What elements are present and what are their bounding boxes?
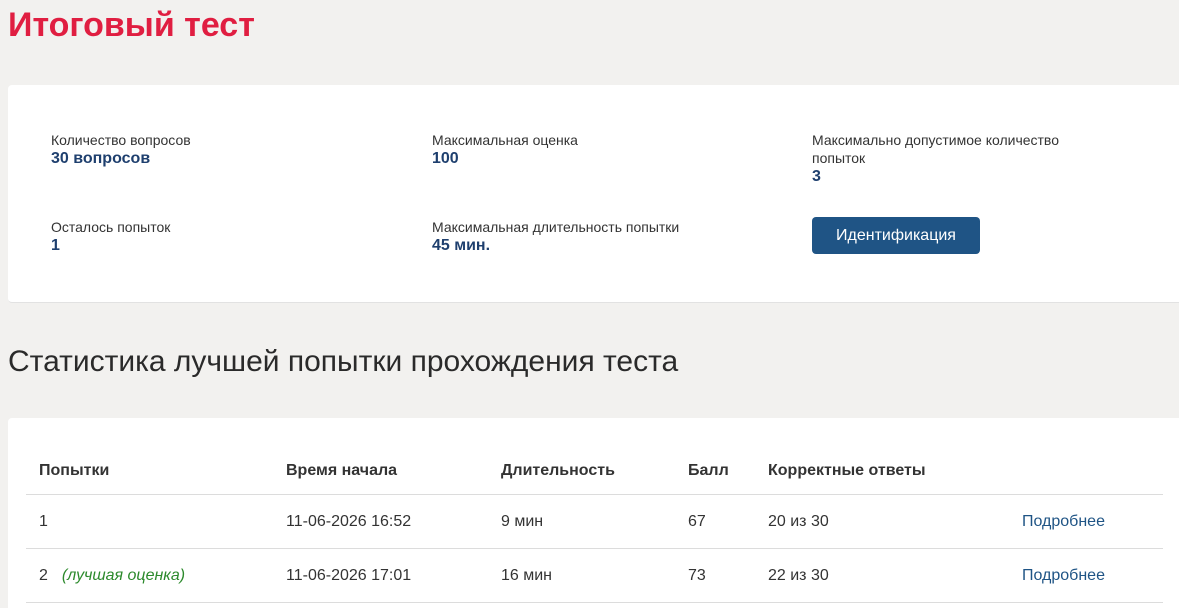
score-cell: 73 (675, 548, 755, 603)
table-row: 1 11-06-2026 16:52 9 мин 67 20 из 30 Под… (26, 494, 1163, 549)
details-cell: Подробнее (1009, 548, 1163, 603)
attempt-cell: 1 (26, 494, 273, 549)
attempt-number: 2 (39, 566, 48, 584)
max-score-value: 100 (432, 150, 459, 167)
questions-count-value: 30 вопросов (51, 150, 151, 167)
attempt-cell: 2 (лучшая оценка) (26, 548, 273, 603)
max-duration-value: 45 мин. (432, 237, 491, 254)
duration-cell: 9 мин (488, 494, 675, 549)
start-time-cell: 11-06-2026 17:01 (273, 548, 488, 603)
max-attempts-label: Максимально допустимое количество попыто… (812, 132, 1059, 166)
questions-count-label: Количество вопросов (51, 132, 191, 148)
score-cell: 67 (675, 494, 755, 549)
header-correct: Корректные ответы (755, 448, 1009, 495)
details-link[interactable]: Подробнее (1022, 513, 1105, 530)
questions-count-block: Количество вопросов 30 вопросов (51, 131, 391, 169)
duration-cell: 16 мин (488, 548, 675, 603)
statistics-title: Статистика лучшей попытки прохождения те… (8, 345, 679, 378)
remaining-attempts-value: 1 (51, 237, 60, 254)
correct-cell: 20 из 30 (755, 494, 1009, 549)
test-info-card: Количество вопросов 30 вопросов Максимал… (8, 85, 1179, 303)
identification-button[interactable]: Идентификация (812, 217, 980, 254)
header-attempts: Попытки (26, 448, 273, 495)
header-duration: Длительность (488, 448, 675, 495)
table-header-row: Попытки Время начала Длительность Балл К… (26, 448, 1163, 495)
details-link[interactable]: Подробнее (1022, 567, 1105, 584)
max-attempts-block: Максимально допустимое количество попыто… (812, 131, 1112, 187)
max-duration-label: Максимальная длительность попытки (432, 219, 680, 235)
attempts-table: Попытки Время начала Длительность Балл К… (26, 448, 1163, 603)
page-title: Итоговый тест (8, 6, 255, 44)
remaining-attempts-label: Осталось попыток (51, 219, 171, 235)
max-duration-block: Максимальная длительность попытки 45 мин… (432, 218, 772, 256)
header-score: Балл (675, 448, 755, 495)
header-actions (1009, 448, 1163, 495)
max-score-block: Максимальная оценка 100 (432, 131, 772, 169)
attempt-number: 1 (39, 512, 48, 530)
max-attempts-value: 3 (812, 168, 821, 185)
max-score-label: Максимальная оценка (432, 132, 578, 148)
attempts-card: Попытки Время начала Длительность Балл К… (8, 418, 1179, 608)
start-time-cell: 11-06-2026 16:52 (273, 494, 488, 549)
table-row: 2 (лучшая оценка) 11-06-2026 17:01 16 мин… (26, 548, 1163, 603)
header-start-time: Время начала (273, 448, 488, 495)
details-cell: Подробнее (1009, 494, 1163, 549)
best-score-note: (лучшая оценка) (61, 566, 186, 584)
correct-cell: 22 из 30 (755, 548, 1009, 603)
remaining-attempts-block: Осталось попыток 1 (51, 218, 391, 256)
